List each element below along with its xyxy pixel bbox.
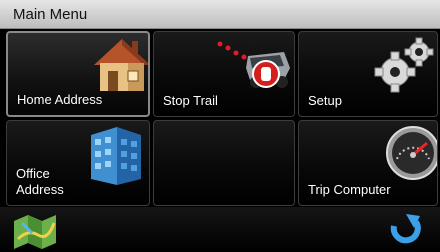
title-bar: Main Menu xyxy=(0,0,440,29)
menu-grid: Home Address Stop Trail Setup Office Add… xyxy=(0,29,440,207)
speedometer-icon xyxy=(386,126,437,180)
setup-button[interactable]: Setup xyxy=(298,31,438,117)
office-address-label: Office Address xyxy=(16,166,64,197)
bottom-bar xyxy=(0,207,440,252)
map-icon[interactable] xyxy=(12,213,58,249)
back-arrow-icon[interactable] xyxy=(388,212,422,248)
stop-trail-icon xyxy=(217,41,290,88)
gears-icon xyxy=(374,37,434,93)
stop-trail-button[interactable]: Stop Trail xyxy=(153,31,295,117)
trip-computer-label: Trip Computer xyxy=(308,182,391,197)
house-icon xyxy=(94,39,148,91)
office-building-icon xyxy=(91,127,141,185)
trip-computer-button[interactable]: Trip Computer xyxy=(298,120,438,206)
stop-trail-label: Stop Trail xyxy=(163,93,218,108)
page-title: Main Menu xyxy=(13,6,88,23)
home-address-button[interactable]: Home Address xyxy=(6,31,150,117)
home-address-label: Home Address xyxy=(17,92,103,107)
setup-label: Setup xyxy=(308,93,342,108)
office-address-button[interactable]: Office Address xyxy=(6,120,150,206)
empty-tile xyxy=(153,120,295,206)
